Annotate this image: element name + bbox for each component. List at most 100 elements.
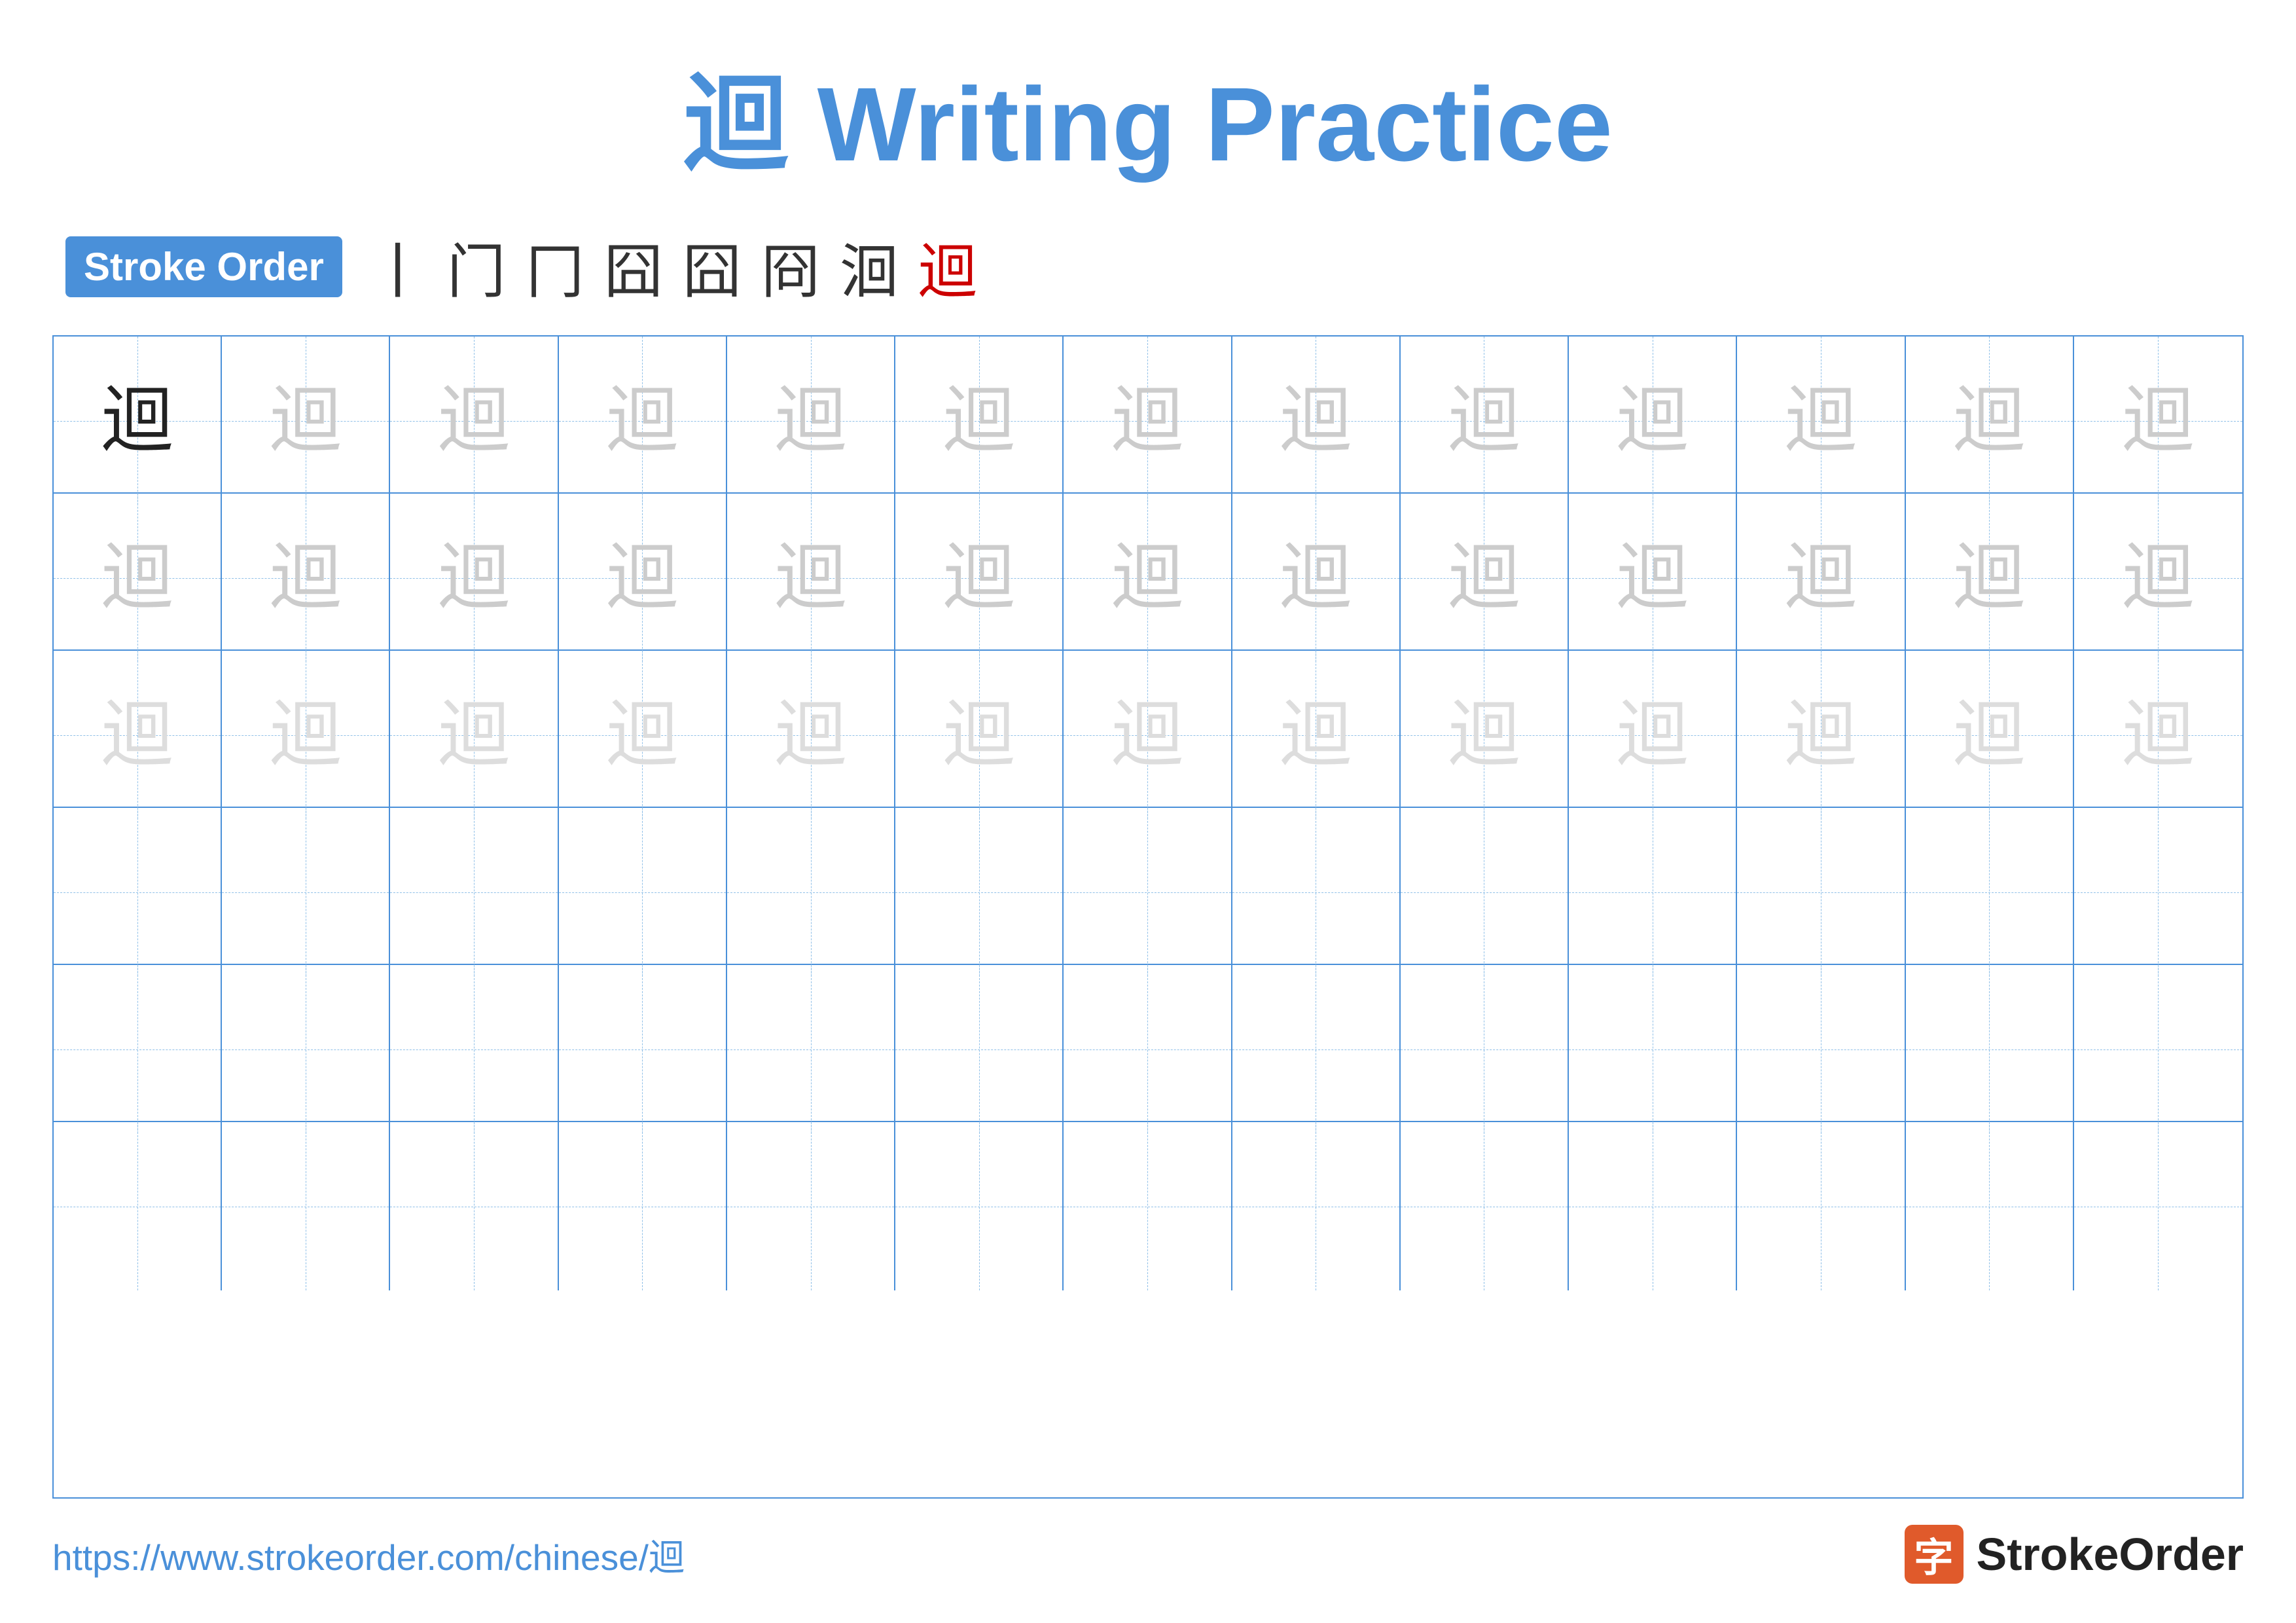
cell-char: 迴 — [270, 385, 342, 457]
cell-5-10[interactable] — [1569, 965, 1737, 1133]
grid-row-2: 迴 迴 迴 迴 迴 迴 迴 迴 迴 迴 迴 迴 迴 — [54, 494, 2242, 651]
cell-5-1[interactable] — [54, 965, 222, 1133]
cell-2-7[interactable]: 迴 — [1064, 494, 1232, 662]
cell-1-6[interactable]: 迴 — [895, 337, 1064, 505]
cell-6-8[interactable] — [1232, 1122, 1401, 1290]
cell-6-2[interactable] — [222, 1122, 390, 1290]
cell-6-9[interactable] — [1401, 1122, 1569, 1290]
cell-3-3[interactable]: 迴 — [390, 651, 558, 819]
cell-5-13[interactable] — [2074, 965, 2242, 1133]
cell-4-5[interactable] — [727, 808, 895, 976]
cell-3-6[interactable]: 迴 — [895, 651, 1064, 819]
cell-2-11[interactable]: 迴 — [1737, 494, 1905, 662]
cell-4-1[interactable] — [54, 808, 222, 976]
cell-2-6[interactable]: 迴 — [895, 494, 1064, 662]
cell-4-13[interactable] — [2074, 808, 2242, 976]
cell-char: 迴 — [1448, 699, 1520, 771]
cell-6-13[interactable] — [2074, 1122, 2242, 1290]
cell-3-1[interactable]: 迴 — [54, 651, 222, 819]
cell-char: 迴 — [101, 385, 173, 457]
stroke-1: 丨 — [368, 224, 427, 309]
cell-3-11[interactable]: 迴 — [1737, 651, 1905, 819]
cell-char: 迴 — [1617, 385, 1689, 457]
cell-3-13[interactable]: 迴 — [2074, 651, 2242, 819]
cell-4-10[interactable] — [1569, 808, 1737, 976]
cell-3-7[interactable]: 迴 — [1064, 651, 1232, 819]
cell-4-12[interactable] — [1906, 808, 2074, 976]
cell-6-11[interactable] — [1737, 1122, 1905, 1290]
cell-2-1[interactable]: 迴 — [54, 494, 222, 662]
footer-url[interactable]: https://www.strokeorder.com/chinese/迴 — [52, 1528, 685, 1580]
cell-char: 迴 — [1785, 542, 1857, 614]
cell-char: 迴 — [943, 699, 1015, 771]
cell-1-9[interactable]: 迴 — [1401, 337, 1569, 505]
cell-6-3[interactable] — [390, 1122, 558, 1290]
grid-row-3: 迴 迴 迴 迴 迴 迴 迴 迴 迴 迴 迴 迴 迴 — [54, 651, 2242, 808]
cell-1-1[interactable]: 迴 — [54, 337, 222, 505]
cell-1-5[interactable]: 迴 — [727, 337, 895, 505]
cell-2-13[interactable]: 迴 — [2074, 494, 2242, 662]
cell-2-5[interactable]: 迴 — [727, 494, 895, 662]
cell-2-2[interactable]: 迴 — [222, 494, 390, 662]
cell-5-11[interactable] — [1737, 965, 1905, 1133]
cell-3-12[interactable]: 迴 — [1906, 651, 2074, 819]
cell-5-2[interactable] — [222, 965, 390, 1133]
cell-4-4[interactable] — [559, 808, 727, 976]
cell-3-4[interactable]: 迴 — [559, 651, 727, 819]
cell-2-3[interactable]: 迴 — [390, 494, 558, 662]
cell-char: 迴 — [1448, 385, 1520, 457]
cell-3-10[interactable]: 迴 — [1569, 651, 1737, 819]
grid-row-6 — [54, 1122, 2242, 1279]
cell-char: 迴 — [1280, 699, 1352, 771]
cell-4-8[interactable] — [1232, 808, 1401, 976]
cell-6-7[interactable] — [1064, 1122, 1232, 1290]
cell-char: 迴 — [101, 699, 173, 771]
cell-4-2[interactable] — [222, 808, 390, 976]
cell-5-7[interactable] — [1064, 965, 1232, 1133]
cell-5-8[interactable] — [1232, 965, 1401, 1133]
cell-4-11[interactable] — [1737, 808, 1905, 976]
cell-4-6[interactable] — [895, 808, 1064, 976]
cell-char: 迴 — [775, 542, 847, 614]
cell-1-3[interactable]: 迴 — [390, 337, 558, 505]
cell-3-5[interactable]: 迴 — [727, 651, 895, 819]
cell-3-2[interactable]: 迴 — [222, 651, 390, 819]
cell-5-5[interactable] — [727, 965, 895, 1133]
cell-3-8[interactable]: 迴 — [1232, 651, 1401, 819]
cell-1-13[interactable]: 迴 — [2074, 337, 2242, 505]
cell-2-4[interactable]: 迴 — [559, 494, 727, 662]
cell-4-3[interactable] — [390, 808, 558, 976]
cell-6-12[interactable] — [1906, 1122, 2074, 1290]
cell-char: 迴 — [1280, 385, 1352, 457]
cell-1-12[interactable]: 迴 — [1906, 337, 2074, 505]
cell-char: 迴 — [1953, 385, 2025, 457]
cell-2-12[interactable]: 迴 — [1906, 494, 2074, 662]
cell-6-10[interactable] — [1569, 1122, 1737, 1290]
cell-3-9[interactable]: 迴 — [1401, 651, 1569, 819]
stroke-2: 门 — [447, 224, 506, 309]
grid-row-5 — [54, 965, 2242, 1122]
cell-6-4[interactable] — [559, 1122, 727, 1290]
cell-6-6[interactable] — [895, 1122, 1064, 1290]
cell-1-2[interactable]: 迴 — [222, 337, 390, 505]
cell-2-8[interactable]: 迴 — [1232, 494, 1401, 662]
cell-6-5[interactable] — [727, 1122, 895, 1290]
cell-1-8[interactable]: 迴 — [1232, 337, 1401, 505]
cell-2-9[interactable]: 迴 — [1401, 494, 1569, 662]
cell-1-11[interactable]: 迴 — [1737, 337, 1905, 505]
cell-6-1[interactable] — [54, 1122, 222, 1290]
cell-5-4[interactable] — [559, 965, 727, 1133]
strokeorder-logo-icon: 字 — [1905, 1525, 1964, 1584]
cell-4-7[interactable] — [1064, 808, 1232, 976]
cell-4-9[interactable] — [1401, 808, 1569, 976]
cell-5-3[interactable] — [390, 965, 558, 1133]
cell-5-9[interactable] — [1401, 965, 1569, 1133]
cell-1-4[interactable]: 迴 — [559, 337, 727, 505]
cell-char: 迴 — [2122, 542, 2194, 614]
cell-char: 迴 — [1953, 542, 2025, 614]
cell-5-12[interactable] — [1906, 965, 2074, 1133]
cell-1-7[interactable]: 迴 — [1064, 337, 1232, 505]
cell-2-10[interactable]: 迴 — [1569, 494, 1737, 662]
cell-1-10[interactable]: 迴 — [1569, 337, 1737, 505]
cell-5-6[interactable] — [895, 965, 1064, 1133]
